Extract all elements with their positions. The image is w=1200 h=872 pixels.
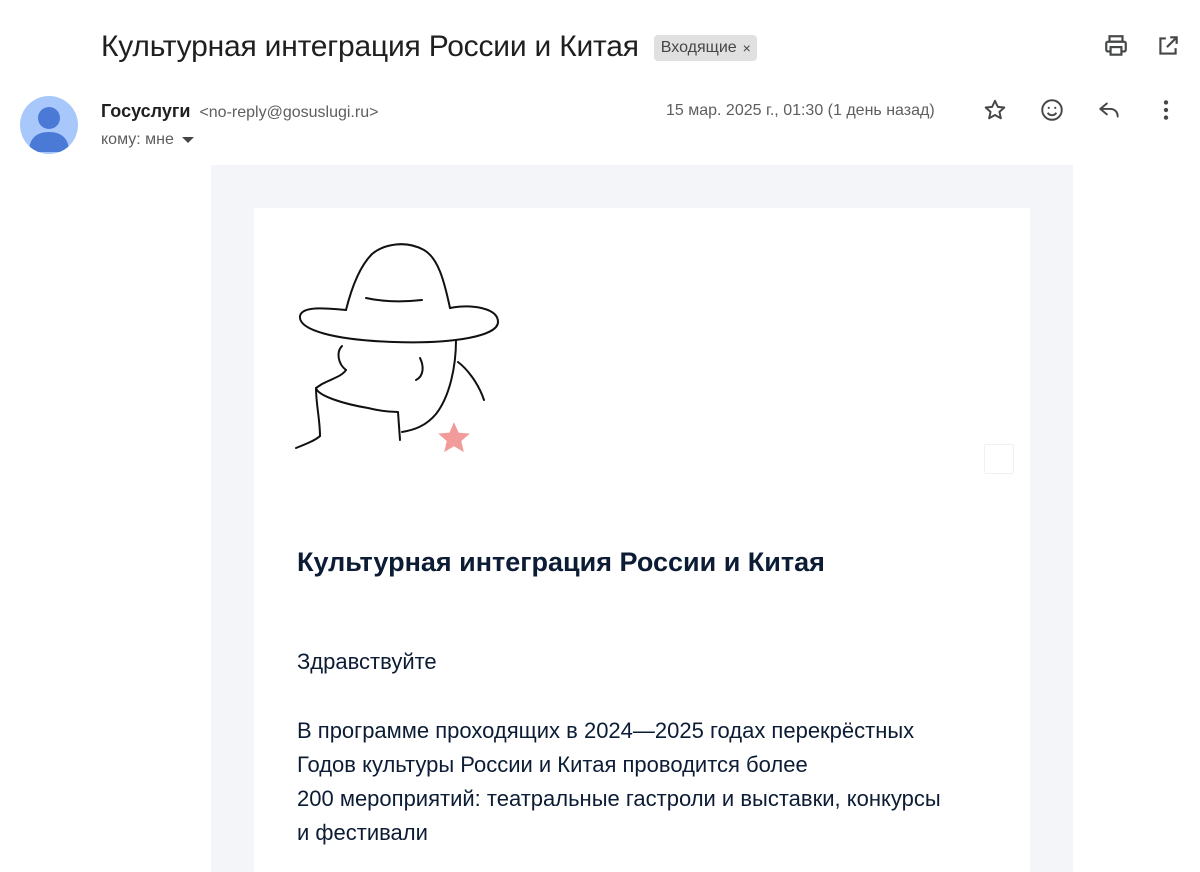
email-body-card: Культурная интеграция России и Китая Здр… [254,208,1030,872]
paragraph-line: и фестивали [297,820,428,845]
top-actions [1100,30,1184,62]
open-in-new-window-button[interactable] [1152,30,1184,62]
print-button[interactable] [1100,30,1132,62]
emoji-reaction-icon [1041,99,1063,121]
email-paragraph: В программе проходящих в 2024—2025 годах… [297,714,997,850]
email-body-title: Культурная интеграция России и Китая [297,547,825,577]
reply-icon [1099,102,1119,118]
remove-label-icon[interactable]: × [743,40,751,56]
subject-row: Культурная интеграция России и Китая Вхо… [101,26,757,68]
sender-avatar[interactable] [20,96,78,154]
email-view: Культурная интеграция России и Китая Вхо… [0,0,1200,872]
print-icon [1105,35,1127,56]
sender-name[interactable]: Госуслуги [101,101,190,121]
email-subject: Культурная интеграция России и Китая [101,30,639,63]
red-star-icon [438,422,470,453]
email-greeting: Здравствуйте [297,649,437,674]
paragraph-line: 200 мероприятий: театральные гастроли и … [297,786,941,811]
more-options-button[interactable] [1150,94,1182,126]
message-actions [979,94,1182,126]
caret-down-icon [181,137,194,143]
hat-figure-illustration [295,243,499,449]
add-reaction-button[interactable] [1036,94,1068,126]
person-icon [29,107,69,152]
more-options-icon [1163,100,1169,120]
open-in-new-window-icon [1159,36,1178,55]
email-body-container: Культурная интеграция России и Китая Здр… [211,165,1073,872]
label-chip-text: Входящие [660,39,737,56]
recipient-details-toggle[interactable]: кому: мне [101,128,194,152]
paragraph-line: В программе проходящих в 2024—2025 годах… [297,718,915,743]
star-button[interactable] [979,94,1011,126]
sender-line: Госуслуги <no-reply@gosuslugi.ru> [101,98,378,126]
sender-email: <no-reply@gosuslugi.ru> [199,104,379,121]
label-chip-inbox[interactable]: Входящие × [653,35,757,61]
star-icon [984,99,1006,120]
reply-button[interactable] [1093,94,1125,126]
paragraph-line: Годов культуры России и Китая проводится… [297,752,808,777]
image-placeholder [984,444,1014,474]
recipient-text: кому: мне [101,131,174,148]
email-date: 15 мар. 2025 г., 01:30 (1 день назад) [666,102,935,119]
